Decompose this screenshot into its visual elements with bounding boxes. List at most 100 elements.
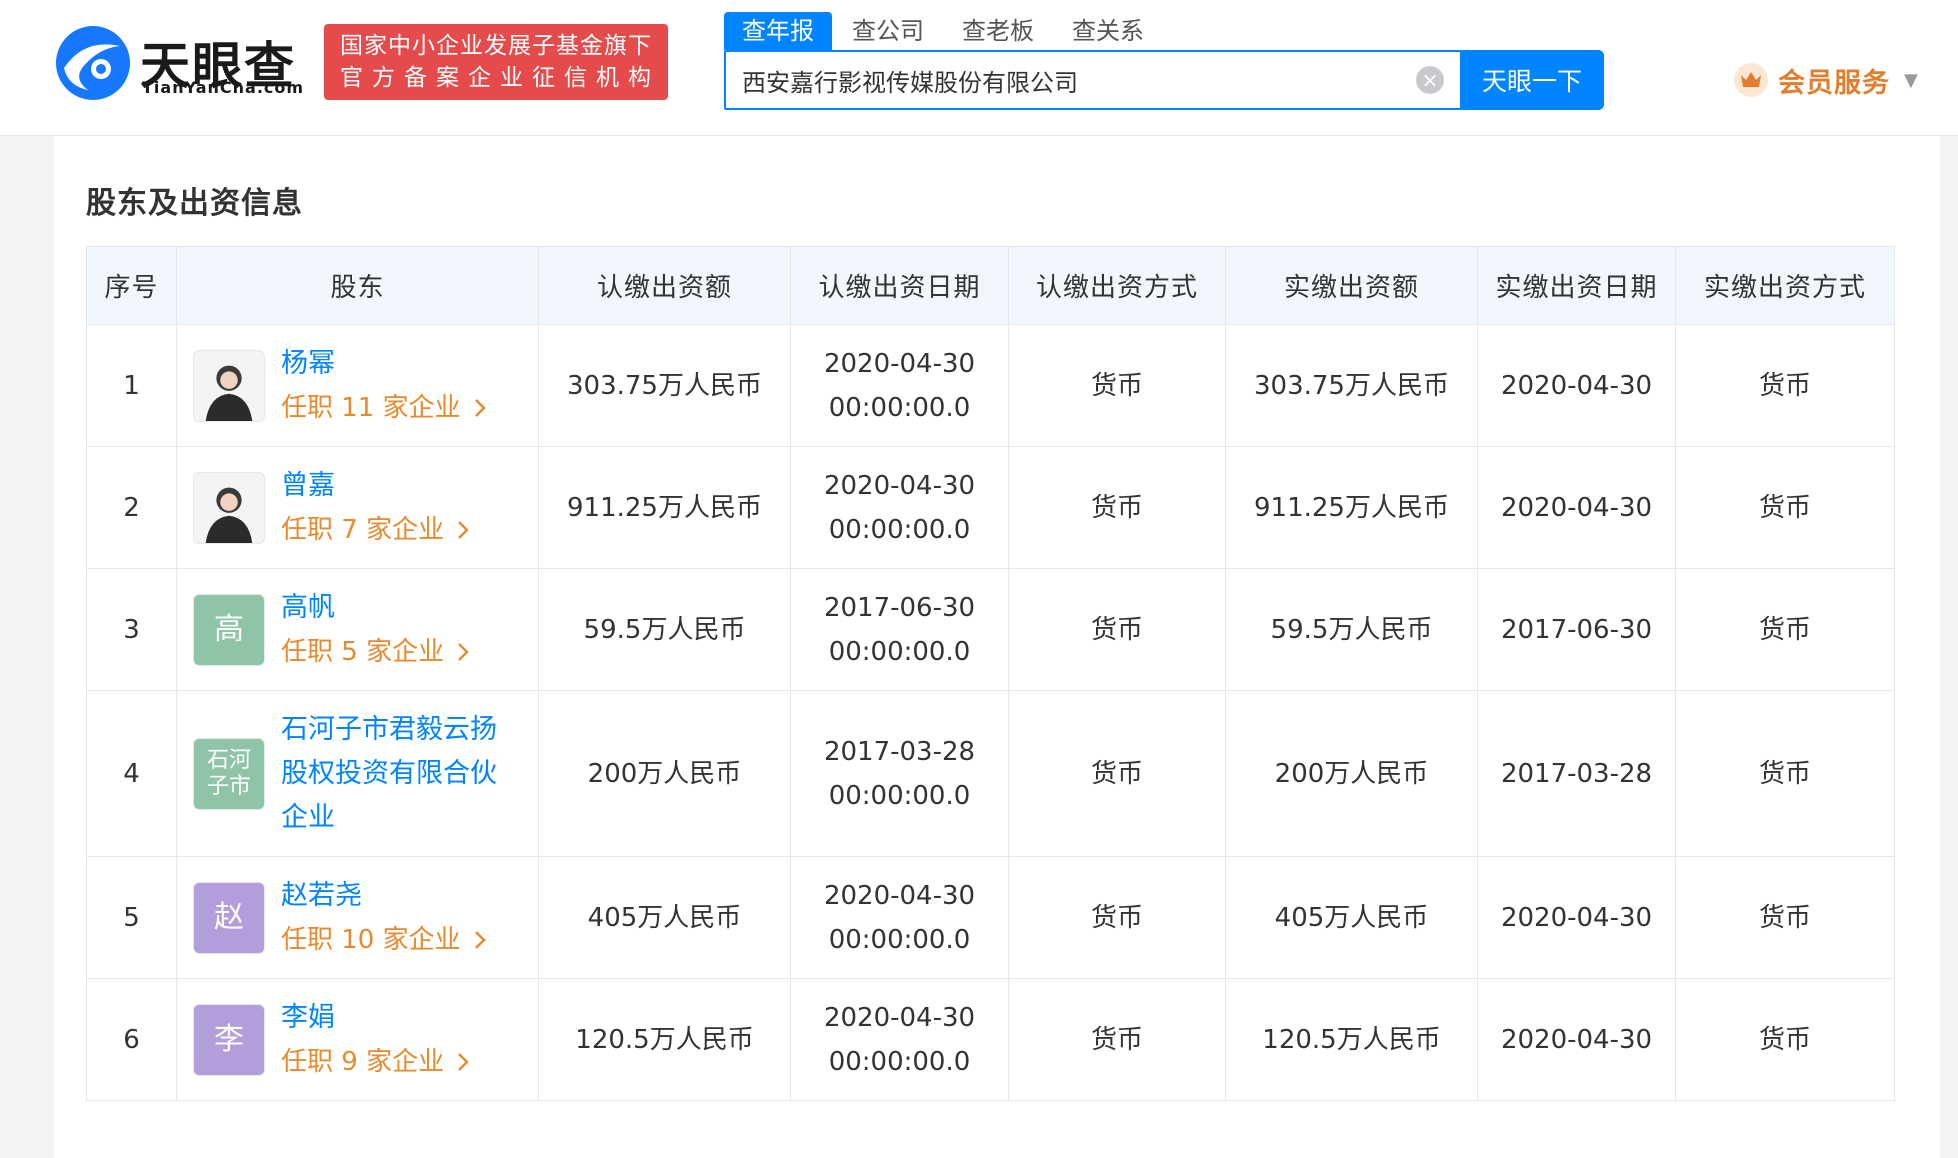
holder-posts-link[interactable]: 任职 9 家企业 [281, 1040, 470, 1084]
caret-down-icon: ▼ [1904, 69, 1918, 91]
paid-date: 2020-04-30 [1477, 856, 1676, 979]
row-index: 3 [86, 568, 177, 691]
holder-posts-link[interactable]: 任职 5 家企业 [281, 630, 470, 674]
sub-amount: 120.5万人民币 [538, 978, 791, 1101]
paid-date: 2020-04-30 [1477, 446, 1676, 569]
search-input[interactable] [742, 52, 1422, 108]
row-index: 5 [86, 856, 177, 979]
holder-cell: 石河子市 石河子市君毅云扬股权投资有限合伙企业 [176, 690, 539, 857]
paid-amount: 200万人民币 [1225, 690, 1478, 857]
sub-date-cell: 2020-04-30 00:00:00.0 [790, 324, 1009, 447]
row-index: 1 [86, 324, 177, 447]
row-index: 6 [86, 978, 177, 1101]
holder-cell: 杨幂 任职 11 家企业 [176, 324, 539, 447]
tab-annual-report[interactable]: 查年报 [724, 12, 832, 50]
col-sub-date: 认缴出资日期 [790, 246, 1009, 325]
holder-cell: 赵 赵若尧 任职 10 家企业 [176, 856, 539, 979]
col-paid-amount: 实缴出资额 [1225, 246, 1478, 325]
holder-cell: 曾嘉 任职 7 家企业 [176, 446, 539, 569]
search-box: × 天眼一下 [724, 50, 1604, 110]
search-tabs: 查年报 查公司 查老板 查关系 [724, 12, 1164, 50]
col-holder: 股东 [176, 246, 539, 325]
chevron-right-icon [452, 515, 470, 545]
holder: 杨幂 任职 11 家企业 [193, 342, 538, 430]
avatar[interactable] [193, 471, 265, 544]
sub-date: 2020-04-30 [823, 880, 976, 911]
table-row: 1 杨幂 任职 11 家企业 303.75万人民币 2020-04-30 00:… [86, 324, 1895, 447]
sub-time: 00:00:00.0 [828, 514, 971, 545]
avatar[interactable] [193, 349, 265, 422]
sub-amount: 303.75万人民币 [538, 324, 791, 447]
holder-name-link[interactable]: 曾嘉 [281, 464, 470, 508]
avatar[interactable]: 李 [193, 1003, 265, 1076]
table-row: 6 李 李娟 任职 9 家企业 120.5万人民币 2020-04-30 00:… [86, 978, 1895, 1101]
holder-info: 石河子市君毅云扬股权投资有限合伙企业 [281, 708, 511, 840]
holder-cell: 高 高帆 任职 5 家企业 [176, 568, 539, 691]
chevron-right-icon [469, 393, 487, 423]
col-paid-date: 实缴出资日期 [1477, 246, 1676, 325]
sub-date-cell: 2020-04-30 00:00:00.0 [790, 856, 1009, 979]
avatar[interactable]: 石河子市 [193, 737, 265, 810]
holder-posts-text: 任职 9 家企业 [281, 1046, 445, 1077]
avatar[interactable]: 赵 [193, 881, 265, 954]
sub-date: 2020-04-30 [823, 348, 976, 379]
paid-method: 货币 [1675, 446, 1895, 569]
row-index: 4 [86, 690, 177, 857]
holder-posts-text: 任职 10 家企业 [281, 924, 461, 955]
table-row: 5 赵 赵若尧 任职 10 家企业 405万人民币 2020-04-30 00:… [86, 856, 1895, 979]
sub-date: 2020-04-30 [823, 1002, 976, 1033]
shareholder-card: 股东及出资信息 序号 股东 认缴出资额 认缴出资日期 认缴出资方式 实缴出资额 … [54, 136, 1940, 1158]
sub-amount: 405万人民币 [538, 856, 791, 979]
holder-posts-link[interactable]: 任职 11 家企业 [281, 386, 487, 430]
table-row: 3 高 高帆 任职 5 家企业 59.5万人民币 2017-06-30 00:0… [86, 568, 1895, 691]
sub-amount: 200万人民币 [538, 690, 791, 857]
badge-line-1: 国家中小企业发展子基金旗下 [340, 33, 652, 59]
search-button[interactable]: 天眼一下 [1460, 50, 1604, 110]
tab-relation[interactable]: 查关系 [1054, 12, 1162, 50]
holder-name-link[interactable]: 高帆 [281, 586, 470, 630]
tab-company[interactable]: 查公司 [834, 12, 942, 50]
sub-time: 00:00:00.0 [828, 924, 971, 955]
sub-date-cell: 2020-04-30 00:00:00.0 [790, 446, 1009, 569]
sub-amount: 911.25万人民币 [538, 446, 791, 569]
row-index: 2 [86, 446, 177, 569]
paid-amount: 405万人民币 [1225, 856, 1478, 979]
paid-amount: 911.25万人民币 [1225, 446, 1478, 569]
top-header: 天眼查 TianYanCha.com 国家中小企业发展子基金旗下 官方备案企业征… [0, 0, 1958, 136]
paid-date: 2020-04-30 [1477, 978, 1676, 1101]
site-logo[interactable]: 天眼查 TianYanCha.com [54, 24, 304, 102]
col-paid-method: 实缴出资方式 [1675, 246, 1895, 325]
holder-cell: 李 李娟 任职 9 家企业 [176, 978, 539, 1101]
avatar[interactable]: 高 [193, 593, 265, 666]
paid-method: 货币 [1675, 690, 1895, 857]
col-sub-method: 认缴出资方式 [1008, 246, 1226, 325]
holder-info: 高帆 任职 5 家企业 [281, 586, 470, 674]
paid-amount: 59.5万人民币 [1225, 568, 1478, 691]
table-row: 4 石河子市 石河子市君毅云扬股权投资有限合伙企业 200万人民币 2017-0… [86, 690, 1895, 857]
paid-method: 货币 [1675, 856, 1895, 979]
clear-icon[interactable]: × [1416, 66, 1444, 94]
sub-date-cell: 2017-03-28 00:00:00.0 [790, 690, 1009, 857]
holder: 曾嘉 任职 7 家企业 [193, 464, 538, 552]
holder-info: 李娟 任职 9 家企业 [281, 996, 470, 1084]
sub-method: 货币 [1008, 324, 1226, 447]
tab-boss[interactable]: 查老板 [944, 12, 1052, 50]
holder-name-link[interactable]: 李娟 [281, 996, 470, 1040]
sub-method: 货币 [1008, 568, 1226, 691]
holder-posts-link[interactable]: 任职 7 家企业 [281, 508, 470, 552]
official-badge: 国家中小企业发展子基金旗下 官方备案企业征信机构 [324, 24, 668, 100]
vip-service-menu[interactable]: 会员服务 ▼ [1734, 60, 1918, 100]
holder: 石河子市 石河子市君毅云扬股权投资有限合伙企业 [193, 708, 538, 840]
paid-method: 货币 [1675, 978, 1895, 1101]
holder-posts-link[interactable]: 任职 10 家企业 [281, 918, 487, 962]
section-title: 股东及出资信息 [86, 186, 303, 221]
table-header-row: 序号 股东 认缴出资额 认缴出资日期 认缴出资方式 实缴出资额 实缴出资日期 实… [86, 246, 1895, 325]
chevron-right-icon [469, 925, 487, 955]
holder-name-link[interactable]: 杨幂 [281, 342, 487, 386]
holder-name-link[interactable]: 石河子市君毅云扬股权投资有限合伙企业 [281, 708, 511, 840]
holder-name-link[interactable]: 赵若尧 [281, 874, 487, 918]
sub-method: 货币 [1008, 446, 1226, 569]
chevron-right-icon [452, 637, 470, 667]
col-sub-amount: 认缴出资额 [538, 246, 791, 325]
holder-info: 杨幂 任职 11 家企业 [281, 342, 487, 430]
